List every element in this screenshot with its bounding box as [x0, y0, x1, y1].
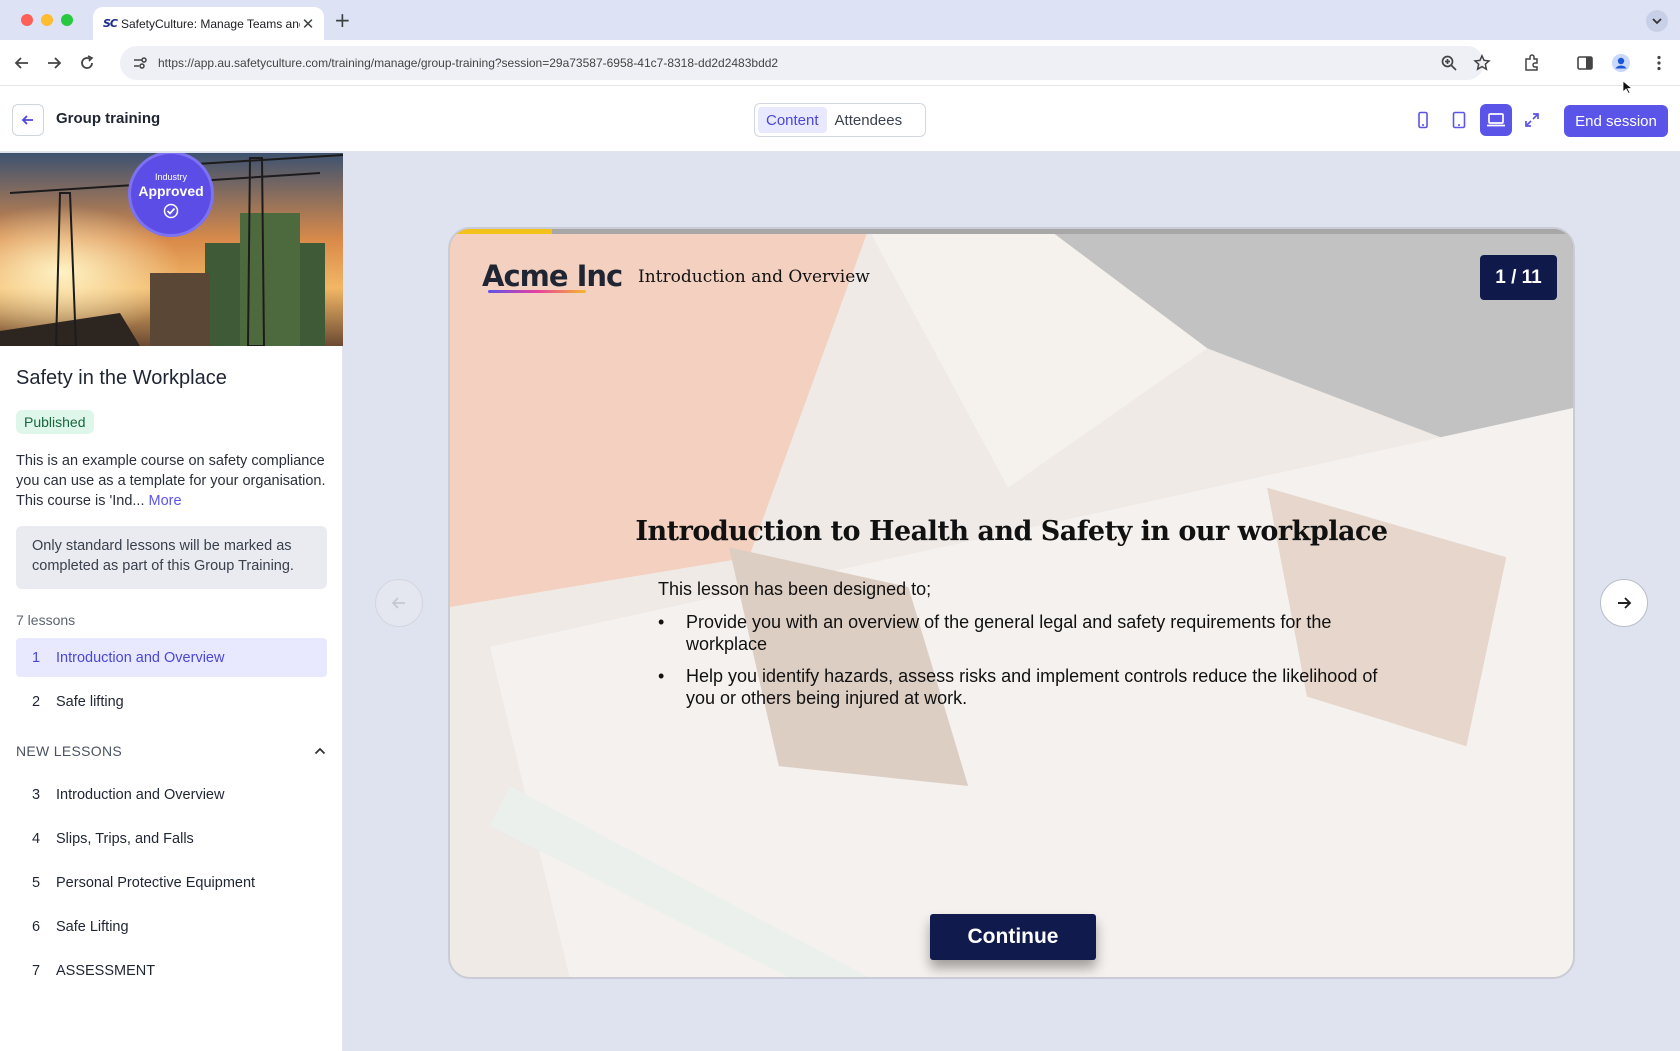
desktop-icon — [1487, 113, 1505, 127]
tab-close-icon[interactable]: ✕ — [300, 15, 316, 33]
slide-overlay — [450, 229, 1573, 977]
lesson-title: Slips, Trips, and Falls — [56, 830, 194, 847]
new-lessons-section-toggle[interactable]: NEW LESSONS — [16, 740, 327, 762]
slide-progress-fill — [450, 229, 553, 234]
lesson-item[interactable]: 2 Safe lifting — [16, 682, 327, 721]
tab-title: SafetyCulture: Manage Teams and... — [121, 16, 300, 31]
arrow-left-icon — [391, 597, 405, 609]
url-text[interactable]: https://app.au.safetyculture.com/trainin… — [158, 56, 1472, 70]
desktop-view-button[interactable] — [1480, 104, 1512, 136]
lessons-count: 7 lessons — [16, 612, 76, 628]
badge-big-text: Approved — [138, 183, 204, 199]
bullet-text: Provide you with an overview of the gene… — [686, 612, 1332, 654]
mobile-icon — [1418, 111, 1428, 129]
course-cover-image: Industry Approved — [0, 153, 343, 346]
chevron-down-icon — [1652, 18, 1662, 25]
continue-button[interactable]: Continue — [930, 914, 1096, 960]
lesson-title: ASSESSMENT — [56, 962, 156, 979]
new-tab-icon[interactable]: + — [334, 9, 351, 31]
tablet-view-button[interactable] — [1443, 104, 1475, 136]
course-sidebar: Industry Approved Safety in the Workplac… — [0, 153, 343, 1051]
profile-icon[interactable] — [1610, 52, 1632, 74]
close-window-button[interactable] — [21, 14, 33, 26]
browser-toolbar: https://app.au.safetyculture.com/trainin… — [0, 40, 1680, 86]
zoom-icon[interactable] — [1438, 52, 1460, 74]
badge-small-text: Industry — [154, 172, 187, 182]
minimize-window-button[interactable] — [41, 14, 53, 26]
slide-counter: 1 / 11 — [1480, 255, 1557, 300]
lesson-item[interactable]: 3 Introduction and Overview — [16, 775, 327, 814]
arrow-left-icon — [21, 115, 33, 125]
safetyculture-favicon-icon: SC — [103, 17, 118, 30]
tab-content[interactable]: Content — [758, 107, 827, 133]
more-link[interactable]: More — [149, 493, 182, 509]
maximize-window-button[interactable] — [61, 14, 73, 26]
arrow-right-icon — [1618, 597, 1632, 609]
expand-icon — [1525, 113, 1539, 127]
lesson-item[interactable]: 1 Introduction and Overview — [16, 638, 327, 677]
mobile-view-button[interactable] — [1407, 104, 1439, 136]
bullet-item: • Help you identify hazards, assess risks… — [658, 665, 1386, 709]
lesson-slide: Acme Inc Introduction and Overview 1 / 1… — [448, 227, 1575, 979]
extensions-icon[interactable] — [1521, 52, 1543, 74]
slide-lesson-title: Introduction and Overview — [638, 267, 870, 287]
tablet-icon — [1452, 111, 1466, 129]
previous-slide-button[interactable] — [375, 579, 423, 627]
status-badge: Published — [16, 410, 94, 434]
more-vert-icon[interactable] — [1648, 52, 1670, 74]
bullet-item: • Provide you with an overview of the gen… — [658, 611, 1386, 655]
bullet-text: Help you identify hazards, assess risks … — [686, 666, 1378, 708]
chevron-up-icon — [314, 747, 326, 755]
mouse-cursor-icon — [1622, 80, 1634, 94]
end-session-button[interactable]: End session — [1564, 105, 1668, 137]
fullscreen-button[interactable] — [1516, 104, 1548, 136]
content-attendees-toggle: Content Attendees — [754, 103, 926, 137]
lesson-title: Safe Lifting — [56, 918, 129, 935]
tab-attendees[interactable]: Attendees — [827, 107, 911, 133]
group-training-info: Only standard lessons will be marked as … — [16, 526, 327, 589]
lesson-title: Safe lifting — [56, 693, 124, 710]
slide-progress-track — [450, 229, 1573, 234]
back-icon[interactable] — [11, 52, 33, 74]
section-label: NEW LESSONS — [16, 743, 122, 759]
star-icon[interactable] — [1471, 52, 1493, 74]
brand-underline — [488, 290, 586, 293]
slide-heading: Introduction to Health and Safety in our… — [635, 516, 1388, 547]
sidebar-icon[interactable] — [1574, 52, 1596, 74]
course-title: Safety in the Workplace — [16, 367, 227, 389]
browser-tab[interactable]: SC SafetyCulture: Manage Teams and... ✕ — [93, 7, 324, 40]
check-badge-icon — [163, 203, 179, 219]
lesson-number: 4 — [31, 830, 41, 847]
bullet-dot: • — [658, 612, 665, 632]
lesson-number: 6 — [31, 918, 41, 935]
course-description: This is an example course on safety comp… — [16, 451, 328, 511]
page-title: Group training — [56, 110, 161, 127]
site-settings-icon[interactable] — [132, 55, 148, 71]
next-slide-button[interactable] — [1600, 579, 1648, 627]
reload-icon[interactable] — [76, 52, 98, 74]
address-bar[interactable]: https://app.au.safetyculture.com/trainin… — [120, 46, 1484, 80]
brand-logo: Acme Inc — [482, 259, 623, 293]
lesson-item[interactable]: 6 Safe Lifting — [16, 907, 327, 946]
lesson-number: 5 — [31, 874, 41, 891]
forward-icon[interactable] — [43, 52, 65, 74]
lesson-title: Introduction and Overview — [56, 786, 225, 803]
browser-tab-bar: SC SafetyCulture: Manage Teams and... ✕ … — [0, 0, 1680, 40]
lesson-title: Introduction and Overview — [56, 649, 225, 666]
lesson-number: 3 — [31, 786, 41, 803]
lesson-number: 7 — [31, 962, 41, 979]
lesson-number: 2 — [31, 693, 41, 710]
bullet-dot: • — [658, 666, 665, 686]
lesson-title: Personal Protective Equipment — [56, 874, 256, 891]
back-button[interactable] — [12, 104, 44, 136]
lesson-item[interactable]: 4 Slips, Trips, and Falls — [16, 819, 327, 858]
slide-bullet-list: • Provide you with an overview of the gen… — [658, 611, 1386, 719]
industry-approved-badge: Industry Approved — [128, 153, 214, 237]
lesson-item[interactable]: 5 Personal Protective Equipment — [16, 863, 327, 902]
app-header: Group training Content Attendees End ses… — [0, 86, 1680, 152]
lesson-number: 1 — [31, 649, 41, 666]
slide-intro: This lesson has been designed to; — [658, 579, 932, 599]
tab-search-button[interactable] — [1646, 10, 1668, 32]
lesson-item[interactable]: 7 ASSESSMENT — [16, 951, 327, 990]
